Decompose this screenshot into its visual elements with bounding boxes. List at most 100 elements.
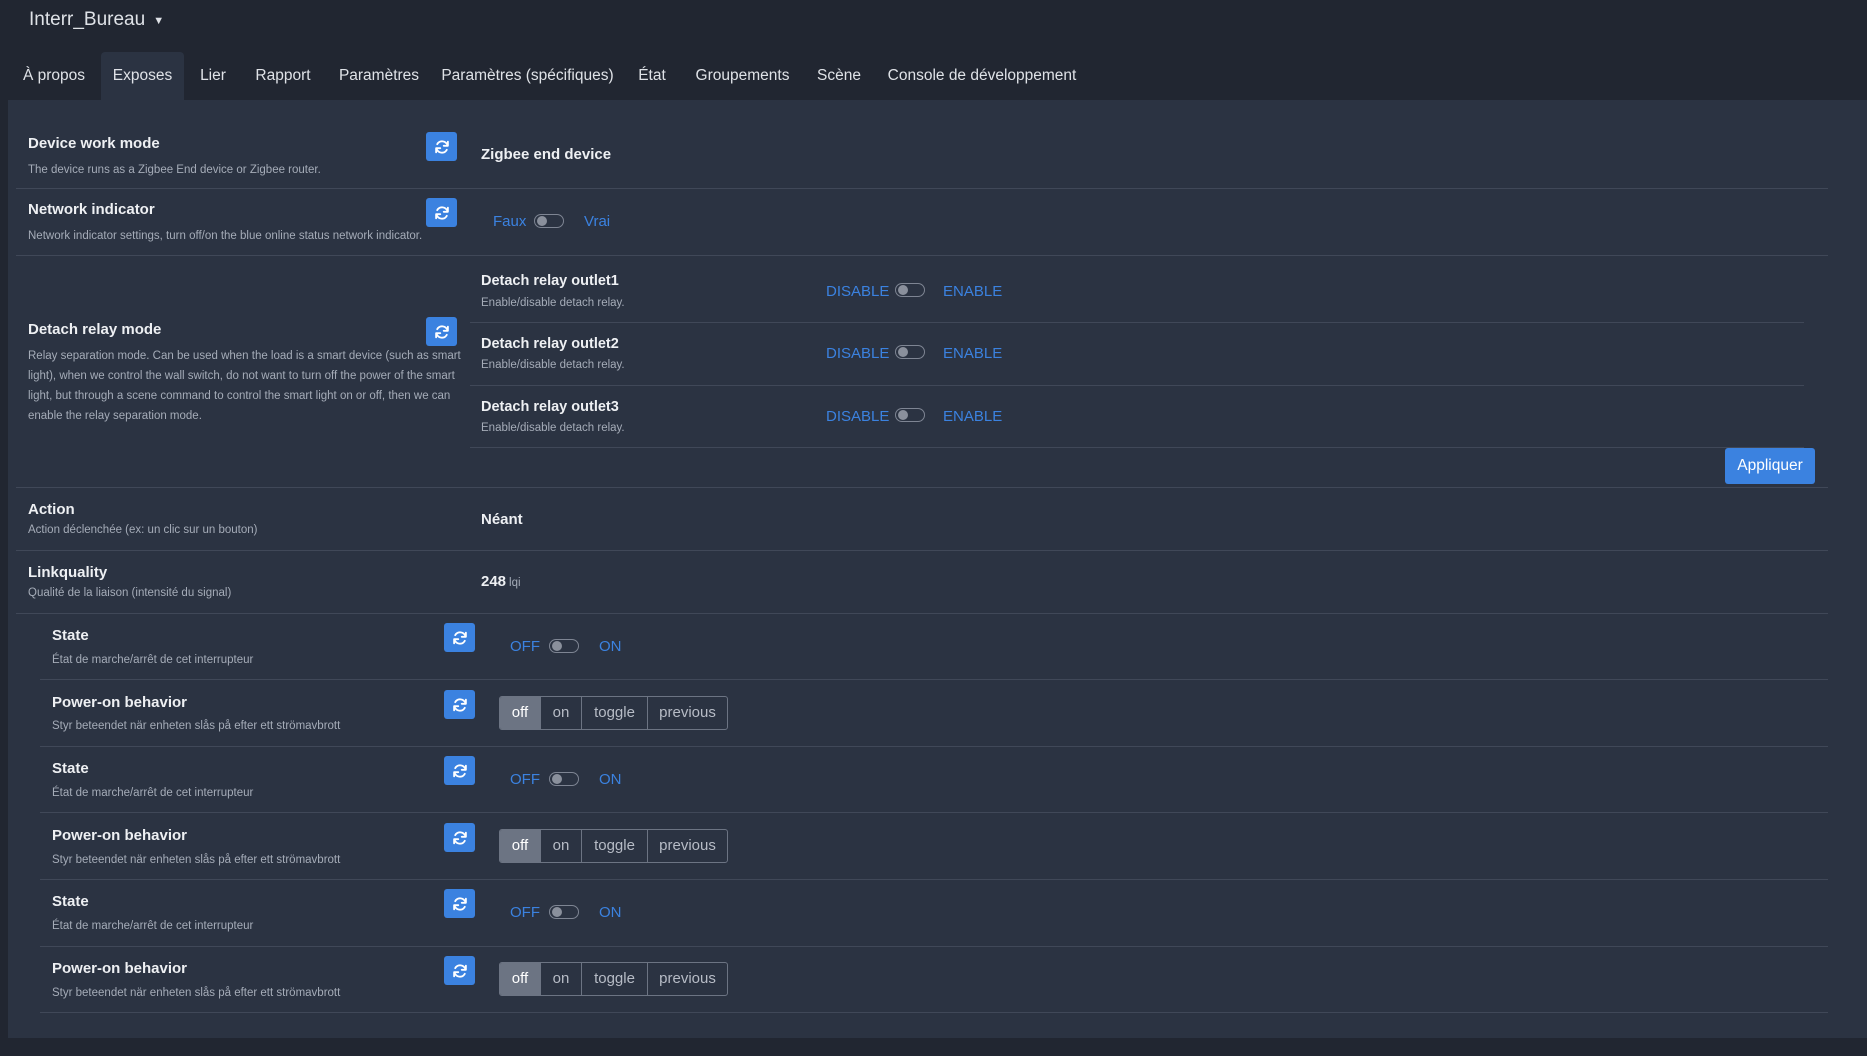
state-2-toggle[interactable] bbox=[549, 772, 579, 786]
divider bbox=[470, 385, 1804, 386]
outlet3-enable-label[interactable]: ENABLE bbox=[943, 408, 1002, 425]
network-indicator-toggle[interactable] bbox=[534, 214, 564, 228]
power-on-3-option-toggle[interactable]: toggle bbox=[582, 963, 648, 995]
work-mode-refresh-button[interactable] bbox=[426, 132, 457, 161]
outlet3-description: Enable/disable detach relay. bbox=[481, 422, 625, 434]
tab-reporting[interactable]: Rapport bbox=[249, 52, 317, 100]
outlet2-description: Enable/disable detach relay. bbox=[481, 359, 625, 371]
state-1-refresh-button[interactable] bbox=[444, 623, 475, 652]
tab-settings[interactable]: Paramètres bbox=[332, 52, 426, 100]
power-on-1-option-previous[interactable]: previous bbox=[648, 697, 727, 729]
apply-button[interactable]: Appliquer bbox=[1725, 448, 1815, 484]
state-3-on-label[interactable]: ON bbox=[599, 904, 622, 921]
divider bbox=[40, 812, 1828, 813]
divider bbox=[470, 322, 1804, 323]
refresh-icon bbox=[452, 763, 467, 778]
tab-bar: À propos Exposes Lier Rapport Paramètres… bbox=[0, 52, 1867, 100]
power-on-2-option-toggle[interactable]: toggle bbox=[582, 830, 648, 862]
state-2-off-label[interactable]: OFF bbox=[510, 771, 540, 788]
outlet1-description: Enable/disable detach relay. bbox=[481, 297, 625, 309]
outlet3-toggle[interactable] bbox=[895, 408, 925, 422]
work-mode-description: The device runs as a Zigbee End device o… bbox=[28, 164, 321, 176]
power-on-3-option-on[interactable]: on bbox=[541, 963, 582, 995]
device-selector[interactable]: Interr_Bureau ▼ bbox=[29, 9, 164, 31]
outlet1-title: Detach relay outlet1 bbox=[481, 273, 619, 289]
outlet2-disable-label[interactable]: DISABLE bbox=[826, 345, 889, 362]
power-on-1-option-toggle[interactable]: toggle bbox=[582, 697, 648, 729]
power-on-3-option-off[interactable]: off bbox=[500, 963, 541, 995]
device-name: Interr_Bureau bbox=[29, 9, 146, 30]
power-on-3-refresh-button[interactable] bbox=[444, 956, 475, 985]
power-on-2-option-previous[interactable]: previous bbox=[648, 830, 727, 862]
linkquality-title: Linkquality bbox=[28, 564, 108, 581]
refresh-icon bbox=[452, 896, 467, 911]
divider bbox=[40, 946, 1828, 947]
linkquality-number: 248 bbox=[481, 573, 507, 590]
action-title: Action bbox=[28, 501, 75, 518]
state-3-description: État de marche/arrêt de cet interrupteur bbox=[52, 920, 254, 932]
outlet3-disable-label[interactable]: DISABLE bbox=[826, 408, 889, 425]
state-2-description: État de marche/arrêt de cet interrupteur bbox=[52, 787, 254, 799]
state-3-off-label[interactable]: OFF bbox=[510, 904, 540, 921]
power-on-3-options: off on toggle previous bbox=[499, 962, 728, 996]
power-on-2-title: Power-on behavior bbox=[52, 827, 188, 844]
power-on-1-option-off[interactable]: off bbox=[500, 697, 541, 729]
tab-about[interactable]: À propos bbox=[13, 52, 95, 100]
state-1-description: État de marche/arrêt de cet interrupteur bbox=[52, 654, 254, 666]
tab-settings-specific[interactable]: Paramètres (spécifiques) bbox=[440, 52, 615, 100]
toggle-knob bbox=[552, 907, 562, 917]
network-indicator-refresh-button[interactable] bbox=[426, 198, 457, 227]
network-indicator-off-label[interactable]: Faux bbox=[493, 213, 526, 230]
divider bbox=[470, 447, 1804, 448]
outlet2-enable-label[interactable]: ENABLE bbox=[943, 345, 1002, 362]
tab-exposes[interactable]: Exposes bbox=[101, 52, 184, 100]
detach-relay-refresh-button[interactable] bbox=[426, 317, 457, 346]
outlet2-title: Detach relay outlet2 bbox=[481, 336, 619, 352]
divider bbox=[16, 613, 1828, 614]
power-on-1-description: Styr beteendet när enheten slås på efter… bbox=[52, 720, 341, 732]
chevron-down-icon: ▼ bbox=[153, 15, 165, 27]
state-2-refresh-button[interactable] bbox=[444, 756, 475, 785]
action-value: Néant bbox=[481, 511, 523, 528]
power-on-1-options: off on toggle previous bbox=[499, 696, 728, 730]
state-3-refresh-button[interactable] bbox=[444, 889, 475, 918]
tab-scene[interactable]: Scène bbox=[812, 52, 866, 100]
network-indicator-description: Network indicator settings, turn off/on … bbox=[28, 230, 423, 242]
tab-dev-console[interactable]: Console de développement bbox=[883, 52, 1081, 100]
tab-state[interactable]: État bbox=[631, 52, 673, 100]
linkquality-unit: lqi bbox=[509, 577, 521, 589]
outlet1-toggle[interactable] bbox=[895, 283, 925, 297]
power-on-1-option-on[interactable]: on bbox=[541, 697, 582, 729]
power-on-2-refresh-button[interactable] bbox=[444, 823, 475, 852]
linkquality-description: Qualité de la liaison (intensité du sign… bbox=[28, 587, 232, 599]
outlet2-toggle[interactable] bbox=[895, 345, 925, 359]
tab-bind[interactable]: Lier bbox=[193, 52, 233, 100]
divider bbox=[16, 255, 1828, 256]
power-on-3-option-previous[interactable]: previous bbox=[648, 963, 727, 995]
divider bbox=[40, 679, 1828, 680]
state-1-off-label[interactable]: OFF bbox=[510, 638, 540, 655]
refresh-icon bbox=[452, 697, 467, 712]
outlet1-disable-label[interactable]: DISABLE bbox=[826, 283, 889, 300]
toggle-knob bbox=[552, 641, 562, 651]
power-on-1-refresh-button[interactable] bbox=[444, 690, 475, 719]
power-on-2-option-on[interactable]: on bbox=[541, 830, 582, 862]
divider bbox=[16, 188, 1828, 189]
power-on-1-title: Power-on behavior bbox=[52, 694, 188, 711]
state-3-toggle[interactable] bbox=[549, 905, 579, 919]
detach-relay-description: Relay separation mode. Can be used when … bbox=[28, 350, 461, 422]
state-1-on-label[interactable]: ON bbox=[599, 638, 622, 655]
network-indicator-on-label[interactable]: Vrai bbox=[584, 213, 610, 230]
power-on-2-option-off[interactable]: off bbox=[500, 830, 541, 862]
refresh-icon bbox=[452, 963, 467, 978]
state-2-on-label[interactable]: ON bbox=[599, 771, 622, 788]
tab-groups[interactable]: Groupements bbox=[690, 52, 795, 100]
state-1-toggle[interactable] bbox=[549, 639, 579, 653]
outlet1-enable-label[interactable]: ENABLE bbox=[943, 283, 1002, 300]
detach-relay-title: Detach relay mode bbox=[28, 321, 162, 338]
divider bbox=[40, 1012, 1828, 1013]
linkquality-value: 248 lqi bbox=[481, 573, 521, 590]
power-on-2-description: Styr beteendet när enheten slås på efter… bbox=[52, 854, 341, 866]
state-2-title: State bbox=[52, 760, 89, 777]
action-description: Action déclenchée (ex: un clic sur un bo… bbox=[28, 524, 258, 536]
